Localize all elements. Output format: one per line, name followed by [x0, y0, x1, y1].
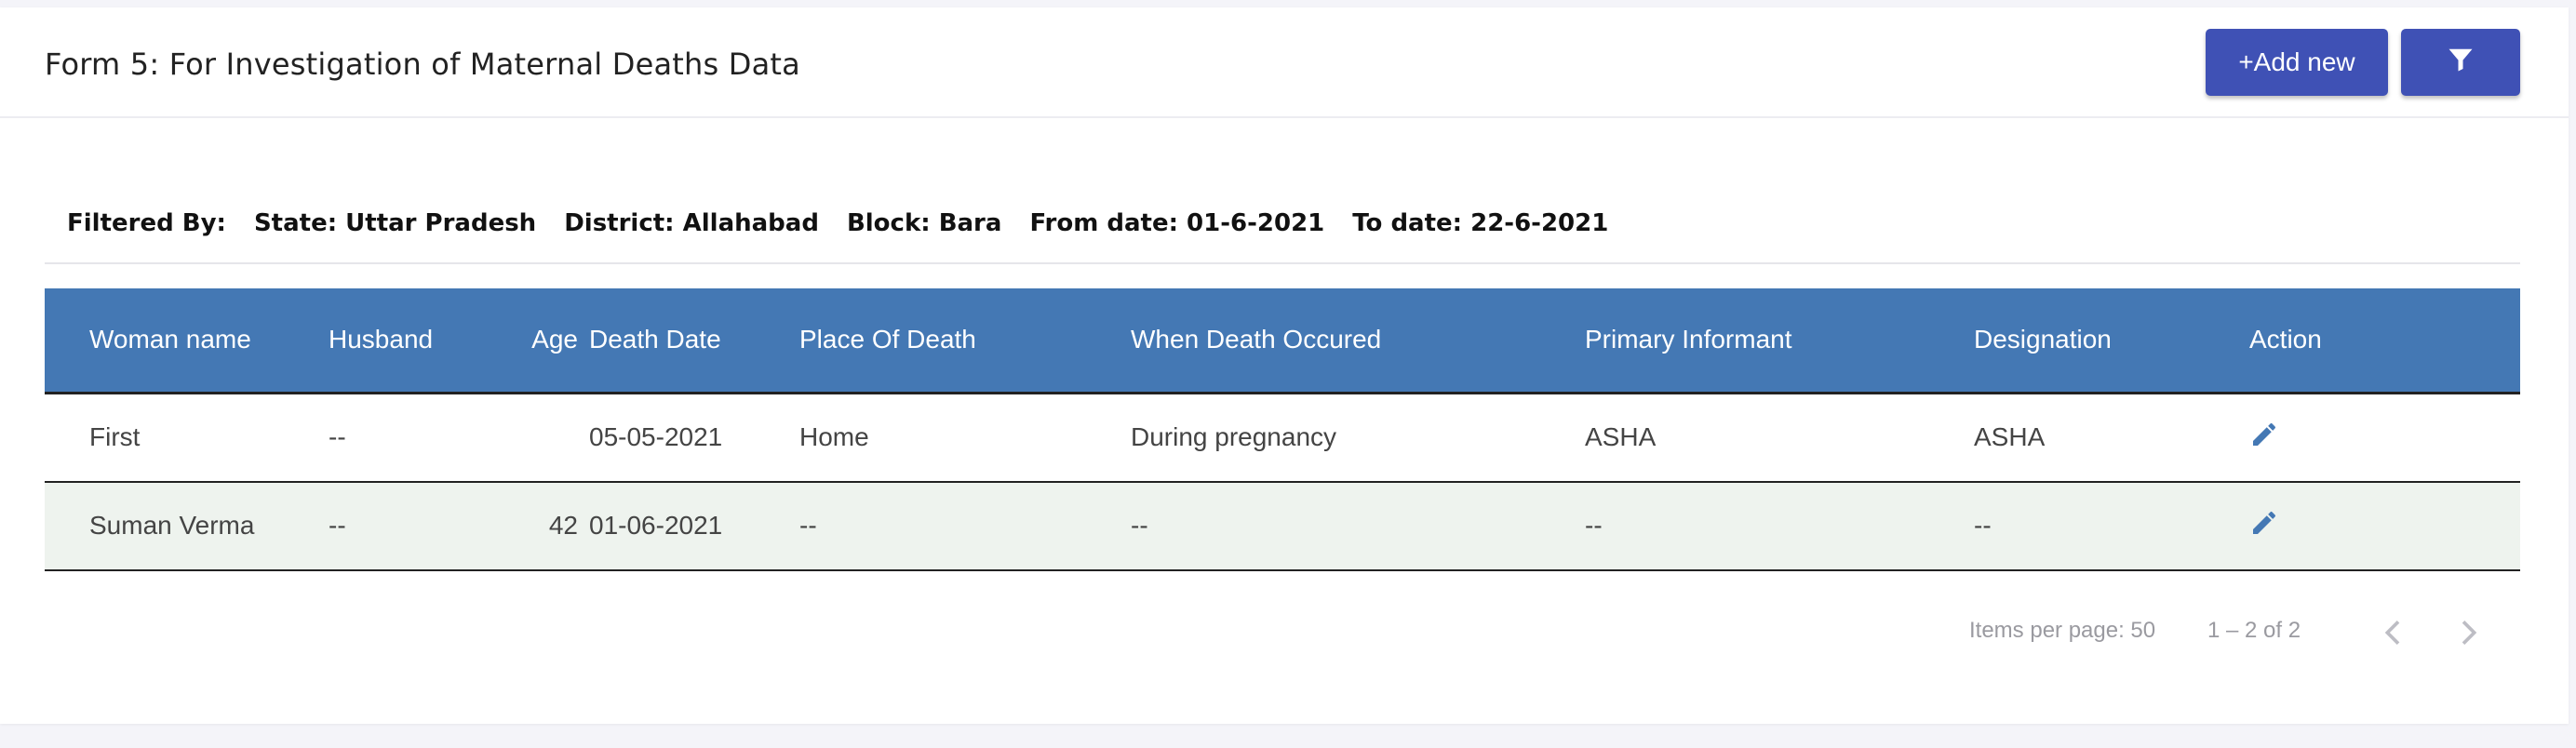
cell-husband: -- — [329, 481, 515, 571]
cell-woman-name: First — [45, 393, 329, 483]
cell-age: 42 — [515, 481, 589, 571]
filter-district: District: Allahabad — [564, 209, 819, 237]
cell-age — [515, 393, 589, 483]
divider — [45, 262, 2520, 264]
table-row: First -- 05-05-2021 Home During pregnanc… — [45, 393, 2520, 483]
paginator: Items per page: 50 1 – 2 of 2 — [0, 614, 2569, 651]
filter-summary: Filtered By: State: Uttar Pradesh Distri… — [67, 203, 1608, 244]
cell-when-death-occured: During pregnancy — [1131, 393, 1585, 483]
page-header: Form 5: For Investigation of Maternal De… — [0, 7, 2569, 118]
table-row: Suman Verma -- 42 01-06-2021 -- -- -- -- — [45, 481, 2520, 571]
filter-label: Filtered By: — [67, 209, 226, 237]
chevron-left-icon[interactable] — [2375, 614, 2412, 651]
col-header-place-of-death[interactable]: Place Of Death — [799, 288, 1131, 394]
chevron-right-icon[interactable] — [2449, 614, 2487, 651]
filter-button[interactable] — [2401, 29, 2520, 96]
filter-to-date: To date: 22-6-2021 — [1352, 209, 1609, 237]
edit-icon[interactable] — [2249, 508, 2279, 538]
cell-death-date: 01-06-2021 — [589, 481, 799, 571]
col-header-when-death-occured[interactable]: When Death Occured — [1131, 288, 1585, 394]
col-header-age[interactable]: Age — [515, 288, 589, 394]
edit-icon[interactable] — [2249, 420, 2279, 449]
page-title: Form 5: For Investigation of Maternal De… — [45, 47, 800, 82]
cell-death-date: 05-05-2021 — [589, 393, 799, 483]
table-header-row: Woman name Husband Age Death Date Place … — [45, 288, 2520, 394]
col-header-woman-name[interactable]: Woman name — [45, 288, 329, 394]
filter-from-date: From date: 01-6-2021 — [1029, 209, 1325, 237]
items-per-page[interactable]: Items per page: 50 — [1969, 618, 2155, 644]
content-card: Form 5: For Investigation of Maternal De… — [0, 7, 2569, 724]
data-table: Woman name Husband Age Death Date Place … — [45, 288, 2520, 571]
cell-designation: ASHA — [1974, 393, 2249, 483]
cell-action — [2249, 481, 2520, 571]
cell-husband: -- — [329, 393, 515, 483]
cell-place-of-death: -- — [799, 481, 1131, 571]
add-new-button[interactable]: +Add new — [2206, 29, 2388, 96]
cell-primary-informant: ASHA — [1585, 393, 1974, 483]
cell-woman-name: Suman Verma — [45, 481, 329, 571]
col-header-death-date[interactable]: Death Date — [589, 288, 799, 394]
filter-icon — [2447, 46, 2475, 80]
page-range: 1 – 2 of 2 — [2207, 618, 2301, 643]
cell-when-death-occured: -- — [1131, 481, 1585, 571]
cell-action — [2249, 393, 2520, 483]
col-header-primary-informant[interactable]: Primary Informant — [1585, 288, 1974, 394]
cell-place-of-death: Home — [799, 393, 1131, 483]
cell-designation: -- — [1974, 481, 2249, 571]
col-header-action: Action — [2249, 288, 2520, 394]
filter-state: State: Uttar Pradesh — [253, 209, 537, 237]
col-header-husband[interactable]: Husband — [329, 288, 515, 394]
col-header-designation[interactable]: Designation — [1974, 288, 2249, 394]
cell-primary-informant: -- — [1585, 481, 1974, 571]
filter-block: Block: Bara — [846, 209, 1002, 237]
